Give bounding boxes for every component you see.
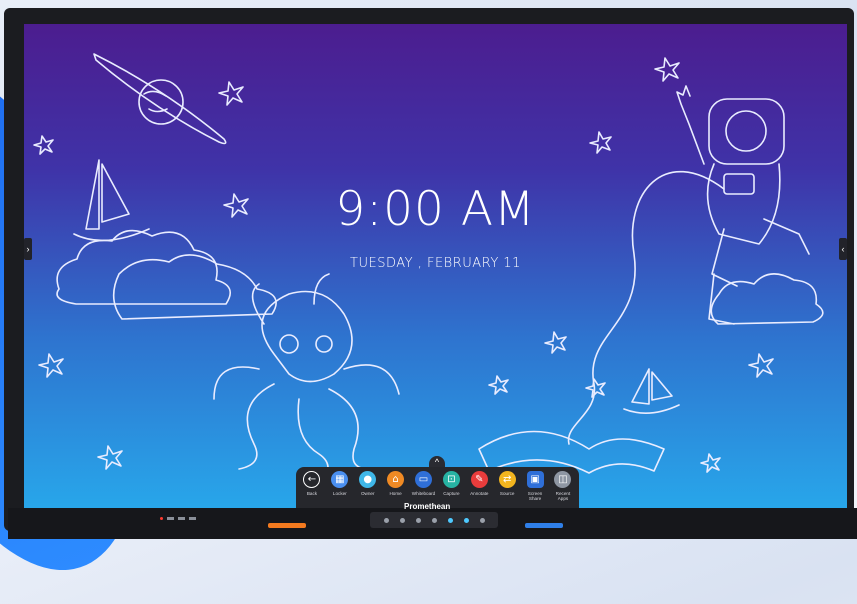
capture-icon: ⊡ [442, 471, 460, 488]
control-button[interactable] [447, 517, 453, 523]
chevron-left-icon: ‹ [841, 244, 845, 254]
dock-item-home[interactable]: ⌂ Home [383, 471, 409, 496]
whiteboard-icon: ▭ [415, 471, 432, 488]
screen-share-icon: ▣ [526, 471, 544, 488]
clock-date: TUESDAY , FEBRUARY 11 [350, 256, 521, 271]
dock-item-label: Screen Share [527, 491, 543, 501]
user-icon: ● [359, 471, 377, 488]
left-edge-tab[interactable]: › [24, 238, 32, 260]
orange-pen [268, 523, 306, 528]
small-sailboat-doodle [623, 368, 680, 414]
display-screen: 9:00 AM TUESDAY , FEBRUARY 11 › ‹ ^ ← Ba… [24, 24, 847, 508]
locker-icon: ▦ [331, 471, 349, 488]
home-button[interactable] [431, 517, 437, 523]
dock-item-locker[interactable]: ▦ Locker [327, 471, 353, 496]
dock-item-annotate[interactable]: ✎ Annotate [466, 471, 492, 496]
front-control-bar [370, 512, 498, 528]
back-arrow-icon: ← [303, 471, 321, 488]
dock-item-label: Recent Apps [555, 491, 571, 501]
usb-port [178, 517, 185, 520]
dock-item-label: Home [389, 491, 402, 496]
octopus-doodle [213, 273, 400, 480]
right-edge-tab[interactable]: ‹ [839, 238, 847, 260]
clock-time: 9:00 AM [335, 182, 536, 237]
control-button[interactable] [479, 517, 485, 523]
recent-apps-icon: ◫ [554, 471, 572, 488]
dock-item-back[interactable]: ← Back [299, 471, 325, 496]
dock-item-label: Owner [360, 491, 375, 496]
pen-icon: ✎ [470, 471, 488, 488]
chevron-up-icon: ^ [434, 457, 440, 467]
dock-item-label: Whiteboard [411, 491, 436, 496]
dock-item-recent-apps[interactable]: ◫ Recent Apps [550, 471, 576, 501]
dock-item-capture[interactable]: ⊡ Capture [438, 471, 464, 496]
dock-item-owner[interactable]: ● Owner [355, 471, 381, 496]
front-ports [160, 517, 196, 520]
dock-item-label: Back [306, 491, 318, 496]
dock-item-screen-share[interactable]: ▣ Screen Share [522, 471, 548, 501]
power-button[interactable] [383, 517, 389, 523]
planet-doodle [93, 53, 227, 145]
usb-port [167, 517, 174, 520]
dock-item-whiteboard[interactable]: ▭ Whiteboard [411, 471, 437, 496]
dock-item-label: Source [499, 491, 515, 496]
control-button[interactable] [399, 517, 405, 523]
brand-logo: Promethean [404, 502, 451, 511]
cloud-doodles [56, 229, 824, 325]
dock-item-source[interactable]: ⇄ Source [494, 471, 520, 496]
dock-item-label: Annotate [470, 491, 489, 496]
chevron-right-icon: › [26, 244, 30, 254]
dock-item-label: Locker [332, 491, 347, 496]
usb-port [189, 517, 196, 520]
interactive-display: 9:00 AM TUESDAY , FEBRUARY 11 › ‹ ^ ← Ba… [4, 8, 857, 539]
control-button[interactable] [463, 517, 469, 523]
source-icon: ⇄ [498, 471, 516, 488]
control-button[interactable] [415, 517, 421, 523]
blue-pen [525, 523, 563, 528]
home-icon: ⌂ [387, 471, 405, 488]
dock-item-label: Capture [443, 491, 460, 496]
power-led [160, 517, 163, 520]
